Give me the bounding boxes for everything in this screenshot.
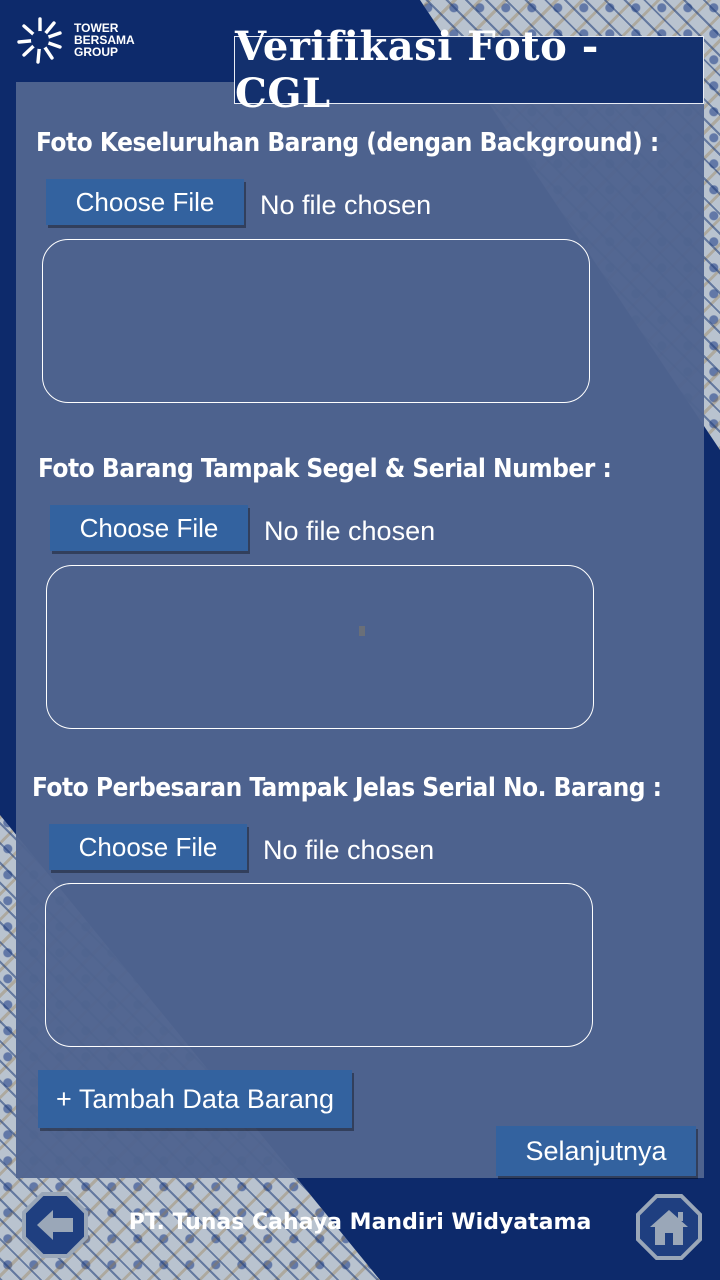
section-label-zoomed-serial-photo: Foto Perbesaran Tampak Jelas Serial No. … [32,773,662,803]
home-button[interactable] [636,1194,702,1260]
choose-file-button-seal-serial-photo[interactable]: Choose File [50,505,248,551]
add-item-data-button[interactable]: + Tambah Data Barang [38,1070,352,1128]
section-label-seal-serial-photo: Foto Barang Tampak Segel & Serial Number… [38,454,612,484]
logo-line-3: GROUP [74,45,119,59]
choose-file-button-zoomed-serial-photo[interactable]: Choose File [49,824,247,870]
page-title: Verifikasi Foto - CGL [234,23,704,117]
tower-bersama-logo: TOWER BERSAMA GROUP [16,14,146,70]
choose-file-button-overall-photo[interactable]: Choose File [46,179,244,225]
file-status-overall-photo: No file chosen [260,190,432,220]
home-icon [650,1210,688,1245]
preview-box-overall-photo [42,239,590,403]
preview-box-seal-serial-photo [46,565,594,729]
file-status-seal-serial-photo: No file chosen [264,516,436,546]
file-status-zoomed-serial-photo: No file chosen [263,835,435,865]
sunburst-logo-icon [17,17,62,64]
preview-placeholder-mark [359,626,365,636]
section-label-overall-photo: Foto Keseluruhan Barang (dengan Backgrou… [36,128,659,158]
next-button[interactable]: Selanjutnya [496,1126,696,1176]
logo-wordmark: TOWER BERSAMA GROUP [74,22,135,58]
footer-company-name: PT. Tunas Cahaya Mandiri Widyatama [128,1210,592,1235]
preview-box-zoomed-serial-photo [45,883,593,1047]
